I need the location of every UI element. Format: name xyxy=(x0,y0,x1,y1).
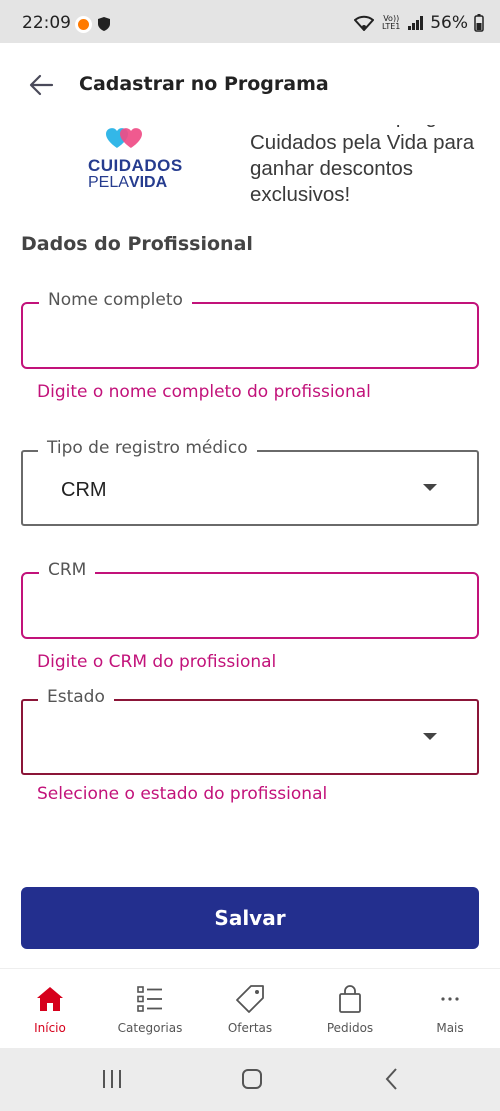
battery-level: 56% xyxy=(430,13,468,33)
bottom-nav: Início Categorias Ofertas Pedidos Mais xyxy=(0,968,500,1048)
wifi-icon xyxy=(354,15,375,31)
status-right: Vo)) LTE1 56% xyxy=(354,13,484,33)
signal-text: Vo)) LTE1 xyxy=(382,14,401,31)
home-icon xyxy=(37,987,63,1011)
nome-completo-label: Nome completo xyxy=(39,290,192,310)
dropdown-caret-icon xyxy=(423,733,437,740)
nav-item-mais[interactable]: Mais xyxy=(400,969,500,1049)
notification-app-icon xyxy=(75,16,92,33)
estado-helper: Selecione o estado do profissional xyxy=(37,784,328,804)
crm-field[interactable]: CRM xyxy=(21,560,479,639)
tag-icon xyxy=(236,985,264,1013)
bag-icon xyxy=(339,985,361,1013)
nav-item-inicio[interactable]: Início xyxy=(0,969,100,1049)
list-icon xyxy=(137,986,162,1012)
back-arrow-icon[interactable] xyxy=(26,70,60,100)
logo-text-vida: VIDA xyxy=(128,174,168,191)
logo-text-line1: CUIDADOS xyxy=(88,156,183,175)
recent-apps-icon[interactable] xyxy=(101,1066,123,1092)
status-time: 22:09 xyxy=(22,13,71,33)
crm-helper: Digite o CRM do profissional xyxy=(37,652,277,672)
tipo-registro-value: CRM xyxy=(61,479,107,501)
nav-item-categorias[interactable]: Categorias xyxy=(100,969,200,1049)
shield-icon xyxy=(98,17,110,31)
promo-text-container: Cadastre-se no programa Cuidados pela Vi… xyxy=(240,125,500,215)
page-title: Cadastrar no Programa xyxy=(79,73,329,95)
cuidados-pela-vida-logo: CUIDADOS PELAVIDA xyxy=(84,124,188,196)
nav-label: Categorias xyxy=(117,1021,183,1035)
crm-label: CRM xyxy=(39,560,96,580)
signal-icon xyxy=(408,16,424,30)
system-nav-bar xyxy=(0,1048,500,1111)
estado-label: Estado xyxy=(38,687,114,707)
more-icon xyxy=(441,997,459,1001)
nome-completo-helper: Digite o nome completo do profissional xyxy=(37,382,371,402)
nav-label: Início xyxy=(34,1021,66,1035)
hearts-icon xyxy=(106,128,142,148)
nav-label: Pedidos xyxy=(326,1021,374,1035)
promo-text: Cadastre-se no programa Cuidados pela Vi… xyxy=(250,125,484,206)
save-button[interactable]: Salvar xyxy=(21,887,479,949)
logo-text-pela: PELA xyxy=(88,174,129,191)
tipo-registro-select[interactable]: Tipo de registro médico CRM xyxy=(21,438,479,526)
dropdown-caret-icon xyxy=(423,484,437,491)
home-button-icon[interactable] xyxy=(240,1066,264,1092)
nav-label: Ofertas xyxy=(227,1021,273,1035)
nav-label: Mais xyxy=(436,1021,464,1035)
nome-completo-field[interactable]: Nome completo xyxy=(21,290,479,369)
battery-icon xyxy=(474,14,484,32)
estado-select[interactable]: Estado xyxy=(21,687,479,775)
nav-item-pedidos[interactable]: Pedidos xyxy=(300,969,400,1049)
tipo-registro-label: Tipo de registro médico xyxy=(38,438,257,458)
section-title: Dados do Profissional xyxy=(21,233,253,255)
app-bar: Cadastrar no Programa xyxy=(0,43,500,125)
status-bar: 22:09 Vo)) LTE1 56% xyxy=(0,0,500,43)
nav-item-ofertas[interactable]: Ofertas xyxy=(200,969,300,1049)
back-button-icon[interactable] xyxy=(382,1066,402,1092)
